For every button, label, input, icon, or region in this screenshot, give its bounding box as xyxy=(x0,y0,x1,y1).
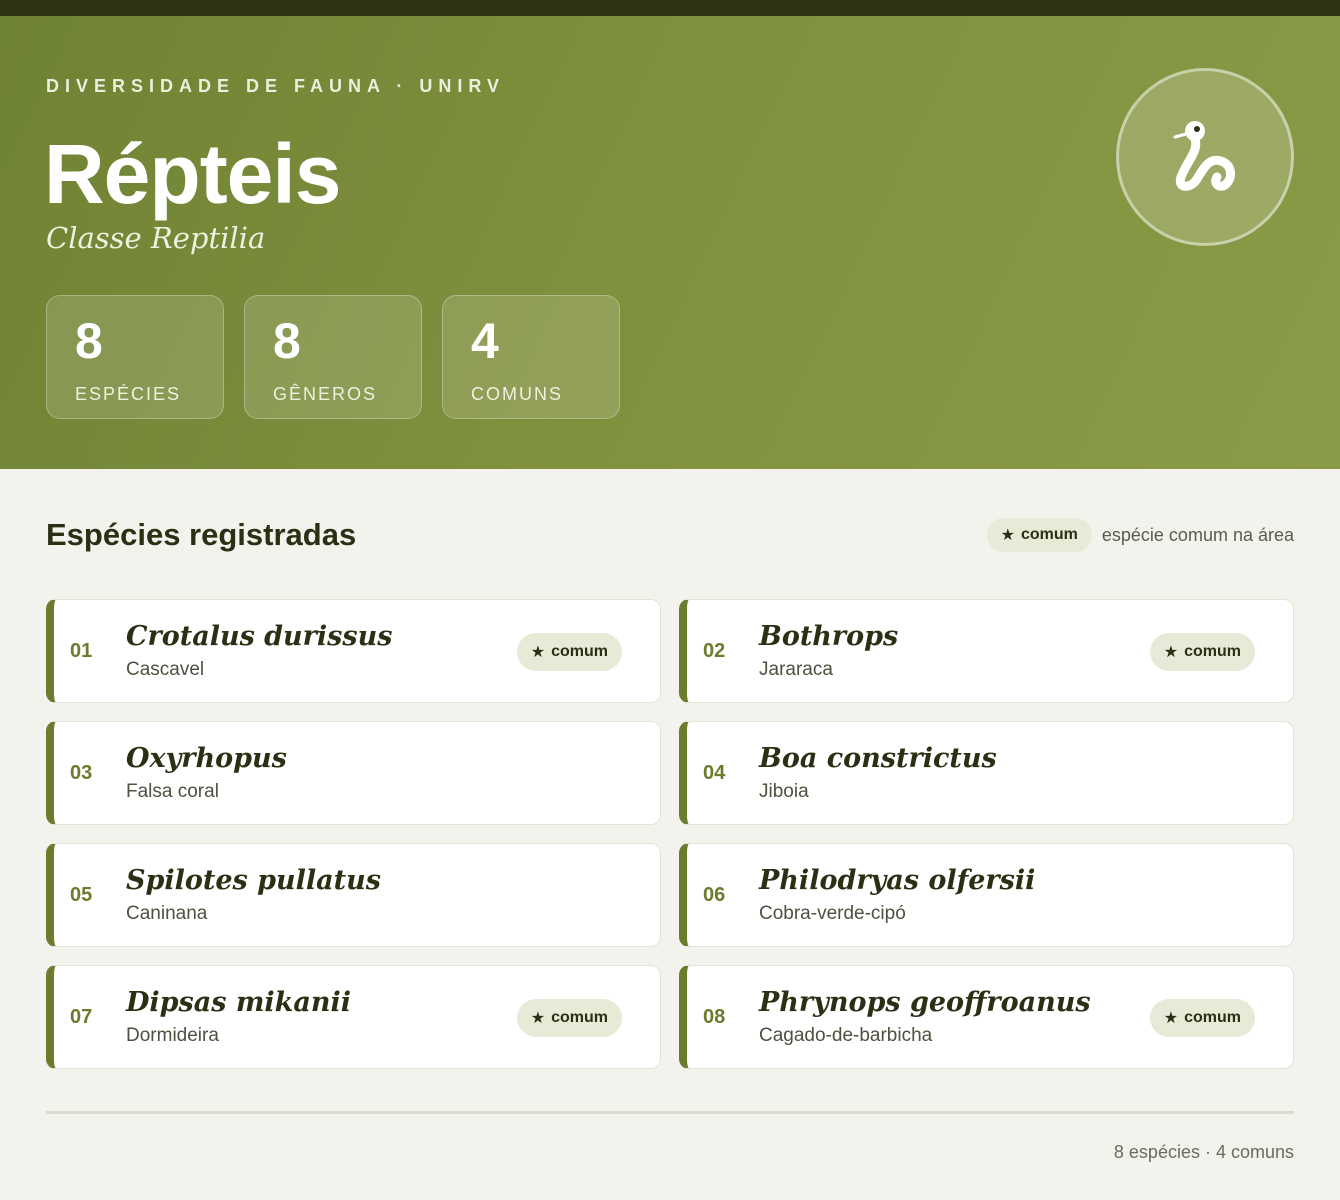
legend-text: espécie comum na área xyxy=(1101,524,1294,545)
stat-label: COMUNS xyxy=(471,384,563,404)
species-card[interactable]: 07 Dipsas mikanii Dormideira ★ comum xyxy=(46,965,661,1069)
footer-divider xyxy=(46,1111,1294,1114)
common-name: Jiboia xyxy=(759,781,809,803)
species-grid: 01 Crotalus durissus Cascavel ★ comum 02… xyxy=(46,599,1294,1069)
species-number: 01 xyxy=(70,639,93,662)
species-card[interactable]: 01 Crotalus durissus Cascavel ★ comum xyxy=(46,599,661,703)
badge-label: comum xyxy=(551,643,608,660)
species-number: 07 xyxy=(70,1005,93,1028)
common-name: Cobra-verde-cipó xyxy=(759,903,906,925)
footer-summary: 8 espécies · 4 comuns xyxy=(1113,1142,1294,1162)
scientific-name: Oxyrhopus xyxy=(126,742,287,774)
species-card[interactable]: 06 Philodryas olfersii Cobra-verde-cipó xyxy=(679,843,1294,947)
species-text: Boa constrictus Jiboia xyxy=(759,743,1293,803)
legend: ★ comum espécie comum na área xyxy=(986,518,1294,552)
scientific-name: Boa constrictus xyxy=(759,742,997,774)
species-number: 05 xyxy=(70,883,93,906)
species-card[interactable]: 04 Boa constrictus Jiboia xyxy=(679,721,1294,825)
star-icon: ★ xyxy=(1000,527,1015,544)
stats-row: 8 ESPÉCIES 8 GÊNEROS 4 COMUNS xyxy=(46,295,620,419)
main-content: Espécies registradas ★ comum espécie com… xyxy=(0,469,1340,1163)
star-icon: ★ xyxy=(530,644,546,661)
species-text: Philodryas olfersii Cobra-verde-cipó xyxy=(759,865,1293,925)
top-bar xyxy=(0,0,1340,16)
badge-label: comum xyxy=(1020,526,1078,543)
star-icon: ★ xyxy=(530,1010,546,1027)
species-number: 08 xyxy=(703,1005,726,1028)
eyebrow: DIVERSIDADE DE FAUNA · UNIRV xyxy=(46,76,506,96)
species-card[interactable]: 05 Spilotes pullatus Caninana xyxy=(46,843,661,947)
stat-label: GÊNEROS xyxy=(273,384,378,404)
section-title: Espécies registradas xyxy=(46,517,357,552)
stat-label: ESPÉCIES xyxy=(75,384,182,404)
common-badge: ★ comum xyxy=(1149,999,1255,1037)
species-number: 03 xyxy=(70,761,93,784)
common-badge: ★ comum xyxy=(1149,633,1255,671)
badge-label: comum xyxy=(1184,643,1241,660)
page-subtitle: Classe Reptilia xyxy=(46,221,266,255)
section-header: Espécies registradas ★ comum espécie com… xyxy=(46,469,1294,599)
star-icon: ★ xyxy=(1163,644,1179,661)
species-text: Spilotes pullatus Caninana xyxy=(126,865,660,925)
stat-common: 4 COMUNS xyxy=(442,295,620,419)
star-icon: ★ xyxy=(1163,1010,1179,1027)
snake-icon xyxy=(1173,121,1235,191)
page-title: Répteis xyxy=(44,127,341,221)
stat-value: 4 xyxy=(471,313,499,369)
badge-label: comum xyxy=(1184,1009,1241,1026)
stat-species: 8 ESPÉCIES xyxy=(46,295,224,419)
legend-badge: ★ comum xyxy=(986,518,1092,552)
hero-header: DIVERSIDADE DE FAUNA · UNIRV Répteis Cla… xyxy=(0,16,1340,469)
species-card[interactable]: 02 Bothrops Jararaca ★ comum xyxy=(679,599,1294,703)
stat-value: 8 xyxy=(75,313,103,369)
common-badge: ★ comum xyxy=(516,999,622,1037)
species-text: Oxyrhopus Falsa coral xyxy=(126,743,660,803)
emblem xyxy=(1116,68,1294,246)
species-card[interactable]: 08 Phrynops geoffroanus Cagado-de-barbic… xyxy=(679,965,1294,1069)
stat-value: 8 xyxy=(273,313,301,369)
common-name: Caninana xyxy=(126,903,208,925)
stat-genera: 8 GÊNEROS xyxy=(244,295,422,419)
species-card[interactable]: 03 Oxyrhopus Falsa coral xyxy=(46,721,661,825)
badge-label: comum xyxy=(551,1009,608,1026)
common-badge: ★ comum xyxy=(516,633,622,671)
species-number: 06 xyxy=(703,883,726,906)
common-name: Falsa coral xyxy=(126,781,219,803)
species-number: 02 xyxy=(703,639,726,662)
scientific-name: Spilotes pullatus xyxy=(126,864,381,896)
scientific-name: Philodryas olfersii xyxy=(759,864,1036,896)
species-number: 04 xyxy=(703,761,726,784)
